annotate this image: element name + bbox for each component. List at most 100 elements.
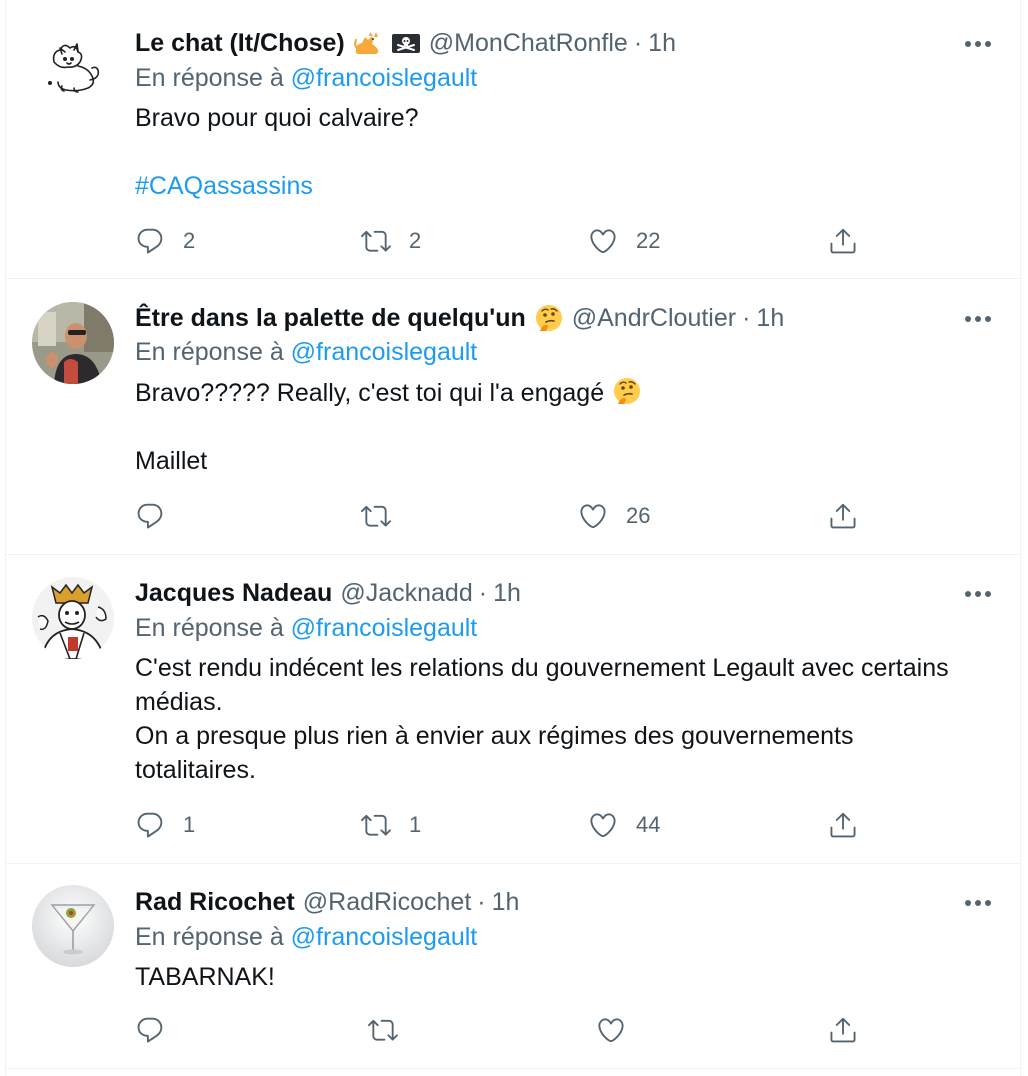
separator-dot: · bbox=[742, 303, 751, 332]
reply-context: En réponse à @francoislegault bbox=[135, 64, 477, 93]
share-upload-icon bbox=[830, 228, 856, 254]
avatar[interactable] bbox=[32, 885, 114, 967]
retweet-count: 2 bbox=[409, 228, 422, 253]
timestamp[interactable]: 1h bbox=[492, 888, 520, 917]
retweet-icon bbox=[368, 1019, 398, 1041]
hashtag-link[interactable]: #CAQassassins bbox=[135, 169, 1005, 203]
retweet-button[interactable] bbox=[361, 501, 409, 531]
retweet-icon bbox=[361, 814, 391, 836]
tweet-card[interactable]: Jacques Nadeau @Jacknadd · 1h En réponse… bbox=[6, 556, 1020, 864]
retweet-count: 1 bbox=[409, 812, 422, 837]
thinking-face-emoji bbox=[534, 303, 564, 333]
avatar[interactable] bbox=[32, 302, 114, 384]
user-handle[interactable]: @RadRicochet bbox=[303, 888, 472, 917]
share-button[interactable] bbox=[828, 810, 858, 840]
tweet-text-line: médias. bbox=[135, 688, 223, 716]
like-count: 44 bbox=[636, 812, 661, 837]
more-options-button[interactable] bbox=[961, 302, 995, 336]
heart-icon bbox=[590, 229, 616, 254]
reply-button[interactable] bbox=[135, 1015, 183, 1045]
avatar-cartoon bbox=[32, 577, 114, 659]
reply-context: En réponse à @francoislegault bbox=[135, 614, 477, 643]
reply-prefix: En réponse à bbox=[135, 338, 284, 366]
reply-button[interactable] bbox=[135, 501, 183, 531]
reply-context: En réponse à @francoislegault bbox=[135, 923, 477, 952]
display-name[interactable]: Être dans la palette de quelqu'un bbox=[135, 304, 526, 333]
like-button[interactable]: 26 bbox=[578, 501, 650, 531]
like-button[interactable]: 44 bbox=[588, 810, 660, 840]
reply-count: 2 bbox=[183, 228, 196, 253]
more-options-button[interactable] bbox=[961, 886, 995, 920]
tweet-text: Bravo pour quoi calvaire? #CAQassassins bbox=[135, 101, 1005, 203]
share-upload-icon bbox=[830, 1017, 856, 1043]
tweet-card[interactable]: Rad Ricochet @RadRicochet · 1h En répons… bbox=[6, 865, 1020, 1069]
reply-prefix: En réponse à bbox=[135, 64, 284, 92]
share-button[interactable] bbox=[828, 226, 858, 256]
reply-prefix: En réponse à bbox=[135, 923, 284, 951]
user-handle[interactable]: @AndrCloutier bbox=[572, 304, 736, 333]
avatar-photo bbox=[32, 302, 114, 384]
retweet-button[interactable]: 2 bbox=[361, 226, 421, 256]
display-name[interactable]: Jacques Nadeau bbox=[135, 579, 332, 608]
thinking-face-emoji bbox=[612, 376, 642, 406]
reply-mention-link[interactable]: @francoislegault bbox=[291, 923, 478, 951]
timestamp[interactable]: 1h bbox=[648, 29, 676, 58]
tweet-header: Rad Ricochet @RadRicochet · 1h bbox=[135, 885, 519, 919]
user-handle[interactable]: @MonChatRonfle bbox=[429, 29, 628, 58]
display-name[interactable]: Rad Ricochet bbox=[135, 888, 295, 917]
heart-icon bbox=[580, 504, 606, 529]
retweet-button[interactable]: 1 bbox=[361, 810, 421, 840]
like-button[interactable]: 22 bbox=[588, 226, 660, 256]
user-handle[interactable]: @Jacknadd bbox=[340, 579, 472, 608]
timeline-right-border bbox=[1020, 0, 1021, 1076]
tweet-text: C'est rendu indécent les relations du go… bbox=[135, 651, 1005, 787]
tweet-text-line: Bravo pour quoi calvaire? bbox=[135, 104, 419, 132]
tweet-header: Le chat (It/Chose) @MonChatRonfle · 1h bbox=[135, 26, 676, 60]
timestamp[interactable]: 1h bbox=[756, 304, 784, 333]
tweet-text-line: Maillet bbox=[135, 447, 208, 475]
avatar-martini bbox=[32, 885, 114, 967]
separator-dot: · bbox=[633, 28, 643, 57]
retweet-button[interactable] bbox=[368, 1015, 416, 1045]
reply-mention-link[interactable]: @francoislegault bbox=[291, 64, 478, 92]
reply-mention-link[interactable]: @francoislegault bbox=[291, 614, 478, 642]
more-options-button[interactable] bbox=[961, 577, 995, 611]
share-button[interactable] bbox=[828, 1015, 858, 1045]
tweet-text-line: On a presque plus rien à envier aux régi… bbox=[135, 722, 854, 750]
separator-dot: · bbox=[478, 578, 488, 607]
retweet-icon bbox=[361, 505, 391, 527]
tweet-card[interactable]: Le chat (It/Chose) @MonChatRonfle · 1h E… bbox=[6, 0, 1020, 279]
reply-prefix: En réponse à bbox=[135, 614, 284, 642]
heart-icon bbox=[590, 813, 616, 838]
reply-bubble-icon bbox=[137, 812, 163, 838]
cat-emoji bbox=[353, 28, 383, 58]
reply-button[interactable]: 2 bbox=[135, 226, 195, 256]
display-name[interactable]: Le chat (It/Chose) bbox=[135, 29, 345, 58]
tweet-text-line: TABARNAK! bbox=[135, 963, 275, 991]
tweet-text-line bbox=[135, 135, 1005, 169]
more-horizontal-icon bbox=[965, 591, 991, 597]
more-options-button[interactable] bbox=[961, 27, 995, 61]
retweet-icon bbox=[361, 230, 391, 252]
reply-button[interactable]: 1 bbox=[135, 810, 195, 840]
reply-mention-link[interactable]: @francoislegault bbox=[291, 338, 478, 366]
timestamp[interactable]: 1h bbox=[493, 579, 521, 608]
reply-count: 1 bbox=[183, 812, 196, 837]
like-button[interactable] bbox=[596, 1015, 644, 1045]
tweet-text-line: C'est rendu indécent les relations du go… bbox=[135, 654, 949, 682]
like-count: 26 bbox=[626, 503, 651, 528]
share-upload-icon bbox=[830, 503, 856, 529]
reply-bubble-icon bbox=[137, 228, 163, 254]
reply-context: En réponse à @francoislegault bbox=[135, 338, 477, 367]
tweet-text: Bravo????? Really, c'est toi qui l'a eng… bbox=[135, 376, 1005, 478]
more-horizontal-icon bbox=[965, 900, 991, 906]
share-button[interactable] bbox=[828, 501, 858, 531]
tweet-card[interactable]: Être dans la palette de quelqu'un @AndrC… bbox=[6, 280, 1020, 555]
tweet-text-fragment: Bravo????? Really, c'est toi qui l'a eng… bbox=[135, 379, 605, 407]
reply-bubble-icon bbox=[137, 503, 163, 529]
heart-icon bbox=[598, 1018, 624, 1043]
tweet-header: Être dans la palette de quelqu'un @AndrC… bbox=[135, 301, 784, 335]
avatar[interactable] bbox=[32, 577, 114, 659]
avatar[interactable] bbox=[32, 28, 114, 110]
tweet-header: Jacques Nadeau @Jacknadd · 1h bbox=[135, 576, 521, 610]
